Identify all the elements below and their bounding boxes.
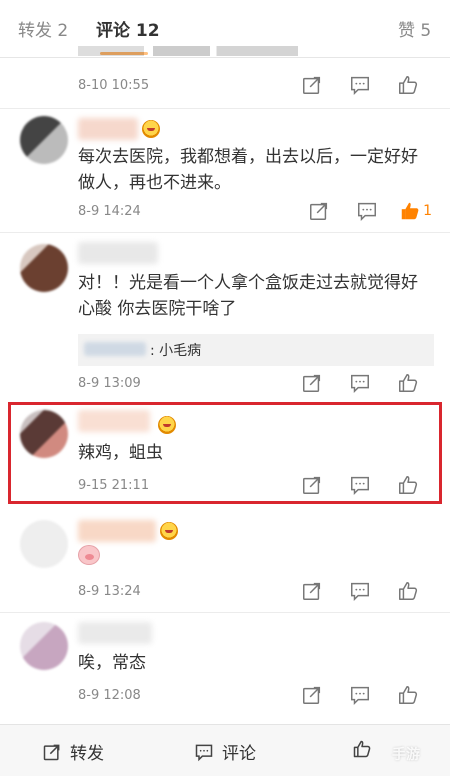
thumbs-up-icon[interactable] [384, 372, 432, 394]
avatar[interactable] [20, 116, 68, 164]
like-button[interactable] [352, 739, 380, 759]
divider [0, 232, 450, 233]
share-icon[interactable] [288, 74, 336, 96]
comment-time: 8-9 13:09 [78, 376, 141, 391]
comment-icon[interactable] [336, 684, 384, 706]
pig-face-icon [78, 545, 100, 565]
cropped-text-blur [78, 40, 298, 56]
comment-icon[interactable] [336, 74, 384, 96]
thumbs-up-icon [401, 202, 419, 220]
avatar[interactable] [20, 520, 68, 568]
share-icon [43, 744, 60, 760]
username-blurred[interactable] [78, 520, 156, 542]
comment-actions: 1 [295, 200, 432, 222]
reply-username-blurred [84, 342, 146, 356]
comment-icon [195, 744, 213, 761]
bottom-action-bar: 转发 评论 [0, 724, 450, 776]
comment-time: 9-15 21:11 [78, 478, 150, 493]
vip-badge-icon [160, 522, 178, 540]
share-icon[interactable] [295, 200, 343, 222]
comment-text: 辣鸡，蛆虫 [78, 443, 163, 463]
divider [0, 612, 450, 613]
vip-badge-icon [158, 416, 176, 434]
vip-badge-icon [142, 120, 160, 138]
comment-button[interactable]: 评论 [194, 739, 256, 764]
comment-icon[interactable] [336, 372, 384, 394]
thumbs-up-icon[interactable] [384, 580, 432, 602]
comment-time: 8-9 12:08 [78, 688, 141, 703]
username-blurred[interactable] [78, 410, 150, 432]
comment-actions [288, 372, 432, 394]
thumbs-up-icon [353, 740, 371, 758]
comment-time: 8-9 14:24 [78, 204, 141, 219]
avatar[interactable] [20, 410, 68, 458]
comment-actions [288, 474, 432, 496]
thumbs-up-icon[interactable] [384, 474, 432, 496]
comment-icon[interactable] [336, 580, 384, 602]
comment-text: 唉，常态 [78, 653, 146, 673]
thumbs-up-icon[interactable] [384, 684, 432, 706]
share-icon[interactable] [288, 372, 336, 394]
tab-likes[interactable]: 赞 5 [398, 16, 431, 41]
comment-icon[interactable] [343, 200, 391, 222]
watermark: 手游 [392, 747, 420, 763]
comment-label: 评论 [222, 744, 256, 764]
comment-actions [288, 74, 432, 96]
avatar[interactable] [20, 244, 68, 292]
comment-time: 8-10 10:55 [78, 78, 150, 93]
repost-button[interactable]: 转发 [42, 739, 104, 764]
reply-preview[interactable]: : 小毛病 [78, 334, 434, 366]
username-blurred[interactable] [78, 242, 158, 264]
comment-icon[interactable] [336, 474, 384, 496]
comment-time: 8-9 13:24 [78, 584, 141, 599]
like-button[interactable]: 1 [399, 200, 432, 222]
tab-comments[interactable]: 评论 12 [96, 16, 160, 41]
like-count: 1 [423, 203, 432, 219]
username-blurred[interactable] [78, 622, 152, 644]
reply-text: : 小毛病 [150, 343, 202, 359]
username-blurred[interactable] [78, 118, 138, 140]
repost-label: 转发 [70, 744, 104, 764]
share-icon[interactable] [288, 684, 336, 706]
divider [0, 108, 450, 109]
comment-actions [288, 684, 432, 706]
thumbs-up-icon[interactable] [384, 74, 432, 96]
comment-actions [288, 580, 432, 602]
comment-text: 每次去医院，我都想着，出去以后，一定好好做人，再也不进来。 [78, 147, 418, 193]
avatar[interactable] [20, 622, 68, 670]
share-icon[interactable] [288, 580, 336, 602]
share-icon[interactable] [288, 474, 336, 496]
comment-text: 对！！光是看一个人拿个盒饭走过去就觉得好心酸 你去医院干啥了 [78, 273, 418, 319]
tab-repost[interactable]: 转发 2 [18, 16, 68, 41]
